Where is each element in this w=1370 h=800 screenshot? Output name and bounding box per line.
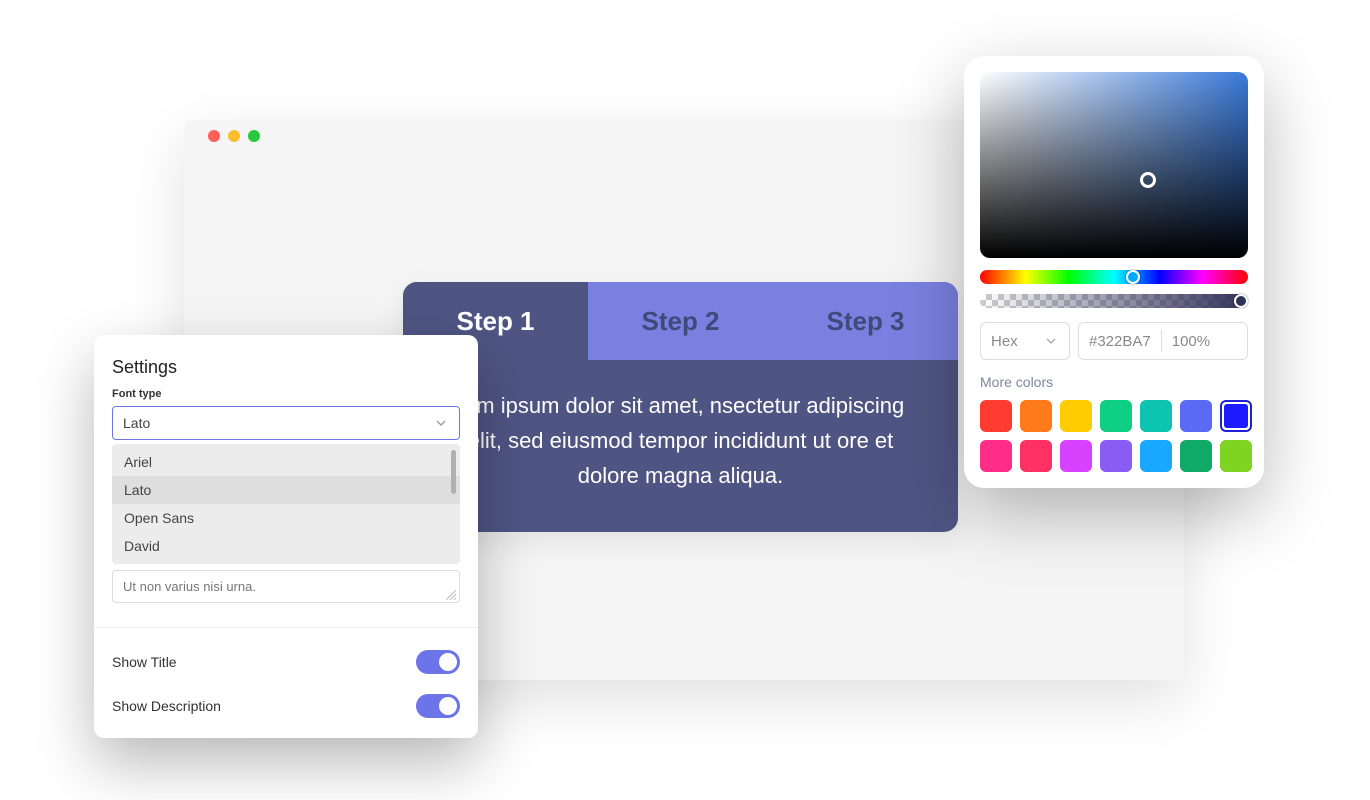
separator — [1161, 330, 1162, 352]
resize-handle-icon[interactable] — [446, 590, 456, 600]
font-selected-value: Lato — [123, 415, 150, 431]
tab-label: Step 3 — [826, 306, 904, 337]
saturation-handle[interactable] — [1140, 172, 1156, 188]
step-widget: Step 1 Step 2 Step 3 rem ipsum dolor sit… — [403, 282, 958, 532]
hue-slider[interactable] — [980, 270, 1248, 284]
show-description-toggle[interactable] — [416, 694, 460, 718]
hex-input[interactable]: #322BA7 100% — [1078, 322, 1248, 360]
color-swatch[interactable] — [1100, 400, 1132, 432]
color-swatch[interactable] — [1020, 400, 1052, 432]
toggle-knob — [439, 653, 457, 671]
color-swatch[interactable] — [1220, 400, 1252, 432]
settings-panel: Settings Font type Lato Ariel Lato Open … — [94, 335, 478, 738]
tab-label: Step 2 — [641, 306, 719, 337]
alpha-slider[interactable] — [980, 294, 1248, 308]
color-swatch[interactable] — [1180, 440, 1212, 472]
scrollbar-thumb[interactable] — [451, 450, 456, 494]
color-format-select[interactable]: Hex — [980, 322, 1070, 360]
chevron-down-icon — [433, 415, 449, 431]
color-inputs: Hex #322BA7 100% — [980, 322, 1248, 360]
font-dropdown: Ariel Lato Open Sans David — [112, 444, 460, 564]
settings-title: Settings — [94, 335, 478, 388]
tab-step-2[interactable]: Step 2 — [588, 282, 773, 360]
color-swatch[interactable] — [1060, 440, 1092, 472]
font-select[interactable]: Lato — [112, 406, 460, 440]
font-option[interactable]: Lato — [112, 476, 460, 504]
tab-label: Step 1 — [456, 306, 534, 337]
color-swatch[interactable] — [1140, 400, 1172, 432]
color-picker: Hex #322BA7 100% More colors — [964, 56, 1264, 488]
toggle-label: Show Description — [112, 698, 221, 714]
toggle-row-show-description: Show Description — [94, 684, 478, 728]
color-swatch[interactable] — [1220, 440, 1252, 472]
close-icon[interactable] — [208, 130, 220, 142]
show-title-toggle[interactable] — [416, 650, 460, 674]
format-label: Hex — [991, 333, 1018, 350]
color-swatch[interactable] — [980, 440, 1012, 472]
textarea-input[interactable]: Ut non varius nisi urna. — [112, 570, 460, 603]
more-colors-label: More colors — [980, 374, 1248, 390]
chevron-down-icon — [1043, 333, 1059, 349]
color-swatch[interactable] — [980, 400, 1012, 432]
saturation-area[interactable] — [980, 72, 1248, 258]
font-section: Font type Lato Ariel Lato Open Sans Davi… — [94, 388, 478, 615]
step-tabs: Step 1 Step 2 Step 3 — [403, 282, 958, 360]
tab-step-3[interactable]: Step 3 — [773, 282, 958, 360]
hue-handle[interactable] — [1126, 270, 1140, 284]
divider — [94, 627, 478, 628]
toggle-row-show-title: Show Title — [94, 640, 478, 684]
swatches-grid — [980, 400, 1248, 472]
color-swatch[interactable] — [1060, 400, 1092, 432]
toggle-label: Show Title — [112, 654, 177, 670]
maximize-icon[interactable] — [248, 130, 260, 142]
step-body-text: rem ipsum dolor sit amet, nsectetur adip… — [403, 360, 958, 532]
font-option[interactable]: Open Sans — [112, 504, 460, 532]
font-option[interactable]: David — [112, 532, 460, 560]
minimize-icon[interactable] — [228, 130, 240, 142]
color-swatch[interactable] — [1140, 440, 1172, 472]
color-swatch[interactable] — [1100, 440, 1132, 472]
hex-value: #322BA7 — [1089, 333, 1151, 350]
color-swatch[interactable] — [1180, 400, 1212, 432]
opacity-value: 100% — [1172, 333, 1210, 350]
color-swatch[interactable] — [1020, 440, 1052, 472]
textarea-value: Ut non varius nisi urna. — [123, 579, 256, 594]
toggle-knob — [439, 697, 457, 715]
font-option[interactable]: Ariel — [112, 448, 460, 476]
alpha-handle[interactable] — [1234, 294, 1248, 308]
font-type-label: Font type — [112, 388, 460, 400]
